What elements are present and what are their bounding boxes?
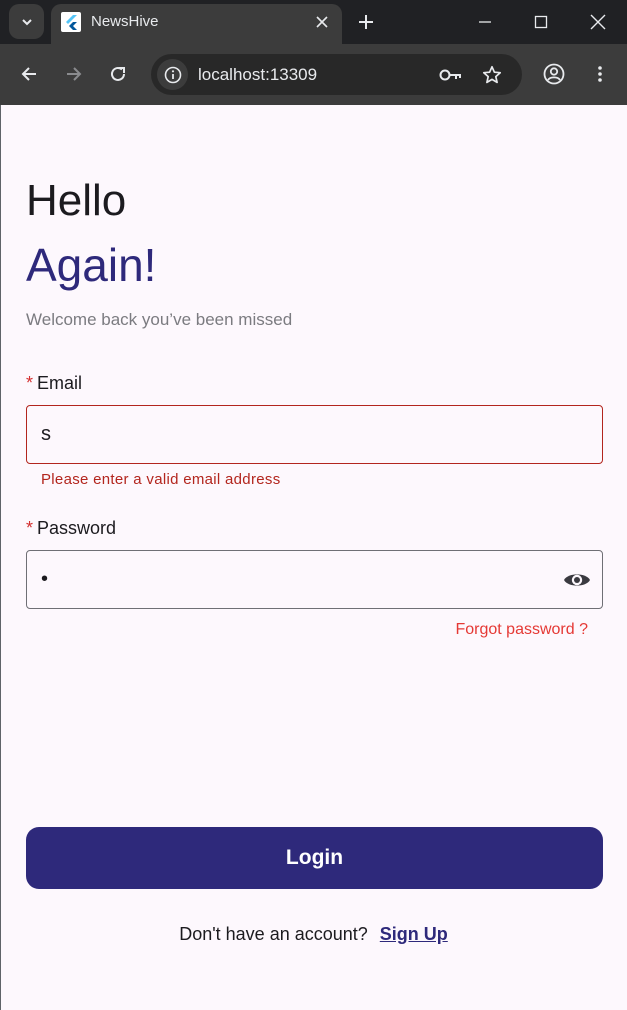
welcome-subtitle: Welcome back you’ve been missed (26, 310, 293, 329)
browser-menu-button[interactable] (586, 60, 614, 88)
profile-icon (543, 63, 565, 85)
login-button[interactable]: Login (26, 827, 603, 889)
reload-icon (111, 66, 125, 81)
email-input[interactable] (41, 406, 551, 463)
window-close-button[interactable] (570, 0, 626, 44)
browser-tab[interactable]: NewsHive (51, 4, 342, 44)
heading-hello: Hello (26, 176, 127, 225)
flutter-favicon-icon (61, 12, 81, 32)
profile-button[interactable] (540, 60, 568, 88)
forgot-password-link[interactable]: Forgot password ? (455, 621, 588, 639)
password-manager-button[interactable] (437, 61, 465, 89)
browser-toolbar: localhost:13309 (0, 44, 627, 105)
close-icon (316, 16, 328, 28)
bookmark-button[interactable] (478, 61, 506, 89)
star-icon (482, 65, 502, 84)
email-error-text: Please enter a valid email address (41, 471, 281, 488)
forward-button[interactable] (60, 60, 88, 88)
email-field[interactable] (26, 405, 603, 464)
tab-title: NewsHive (91, 13, 159, 30)
email-label: * Email (26, 373, 82, 394)
tab-search-button[interactable] (9, 4, 44, 39)
password-field[interactable] (26, 550, 603, 609)
maximize-icon (534, 15, 548, 29)
maximize-button[interactable] (513, 0, 569, 44)
signup-prompt: Don't have an account? (179, 924, 368, 944)
password-input[interactable] (41, 551, 551, 608)
required-mark: * (26, 518, 34, 538)
minimize-button[interactable] (457, 0, 513, 44)
site-info-button[interactable] (157, 59, 188, 90)
address-bar[interactable]: localhost:13309 (151, 54, 522, 95)
key-icon (439, 69, 461, 81)
url-text: localhost:13309 (198, 65, 318, 84)
tab-close-button[interactable] (312, 12, 332, 32)
signup-row: Don't have an account? Sign Up (0, 924, 627, 945)
heading-again: Again! (26, 239, 157, 291)
window-close-icon (590, 14, 606, 30)
page-edge-divider (0, 105, 1, 1010)
email-label-text: Email (37, 373, 83, 393)
password-label-text: Password (37, 518, 117, 538)
required-mark: * (26, 373, 34, 393)
password-label: * Password (26, 518, 116, 539)
forward-icon (67, 67, 82, 81)
toggle-password-visibility-button[interactable] (562, 566, 592, 594)
browser-tab-strip: NewsHive (0, 0, 627, 44)
plus-icon (359, 15, 373, 29)
back-button[interactable] (15, 60, 43, 88)
sign-up-link[interactable]: Sign Up (380, 924, 448, 944)
minimize-icon (479, 21, 491, 23)
eye-icon (564, 574, 590, 586)
new-tab-button[interactable] (352, 8, 380, 36)
back-icon (21, 67, 36, 81)
chevron-down-icon (21, 18, 32, 25)
more-vert-icon (598, 66, 602, 82)
reload-button[interactable] (104, 60, 132, 88)
info-icon (164, 66, 181, 83)
